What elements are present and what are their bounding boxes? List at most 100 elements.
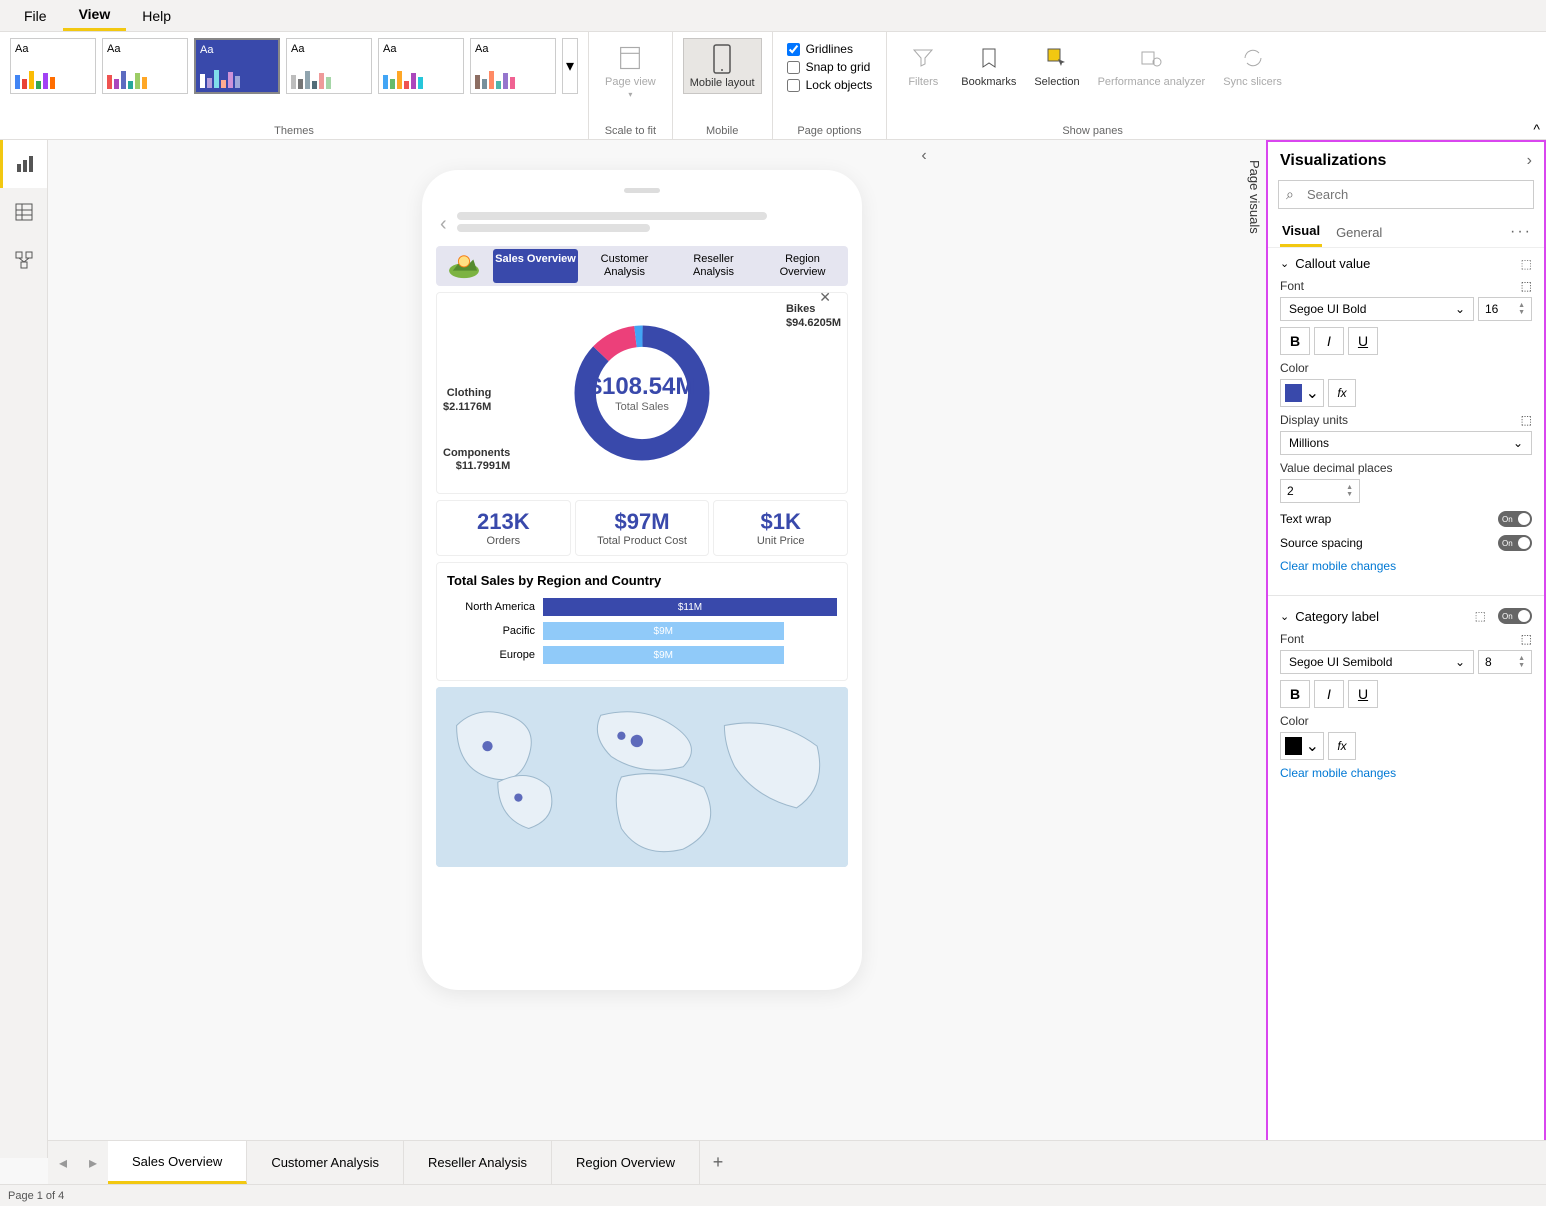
phone-tab-region[interactable]: Region Overview: [760, 249, 845, 283]
theme-swatch-6[interactable]: Aa: [470, 38, 556, 94]
clear-mobile-changes-link-2[interactable]: Clear mobile changes: [1280, 766, 1532, 780]
page-tabs: ◂ ▸ Sales Overview Customer Analysis Res…: [48, 1140, 1546, 1184]
font-family-dropdown[interactable]: Segoe UI Bold⌄: [1280, 297, 1474, 321]
clear-mobile-changes-link[interactable]: Clear mobile changes: [1280, 559, 1532, 573]
phone-tab-customer[interactable]: Customer Analysis: [582, 249, 667, 283]
bar-category: Pacific: [447, 625, 543, 637]
fx-button[interactable]: fx: [1328, 379, 1356, 407]
decimals-label: Value decimal places: [1280, 461, 1393, 475]
category-font-size-input[interactable]: 8▲▼: [1478, 650, 1532, 674]
page-tab-sales[interactable]: Sales Overview: [108, 1141, 247, 1184]
decimals-input[interactable]: 2▲▼: [1280, 479, 1360, 503]
color-picker[interactable]: ⌄: [1280, 379, 1324, 407]
back-icon[interactable]: ‹: [440, 213, 447, 236]
text-wrap-toggle[interactable]: On: [1498, 511, 1532, 527]
mobile-format-icon[interactable]: ⬚: [1475, 609, 1486, 623]
chevron-down-icon: ⌄: [1455, 302, 1465, 316]
ribbon-mobile-label: Mobile: [706, 125, 738, 137]
report-logo: [439, 249, 489, 283]
mobile-format-icon[interactable]: ⬚: [1521, 413, 1532, 427]
sync-slicers-button[interactable]: Sync slicers: [1217, 38, 1288, 92]
category-label-toggle[interactable]: On: [1498, 608, 1532, 624]
page-next-icon[interactable]: ▸: [78, 1141, 108, 1184]
performance-button[interactable]: Performance analyzer: [1092, 38, 1212, 92]
model-view-button[interactable]: [0, 236, 47, 284]
mobile-format-icon[interactable]: ⬚: [1521, 632, 1532, 646]
mobile-layout-button[interactable]: Mobile layout: [683, 38, 762, 94]
page-tab-customer[interactable]: Customer Analysis: [247, 1141, 404, 1184]
mobile-preview: ‹ Sales Overview Customer Analysis Resel…: [422, 170, 862, 990]
menu-view[interactable]: View: [63, 0, 127, 31]
bar-row: Pacific$9M: [447, 622, 837, 640]
page-prev-icon[interactable]: ◂: [48, 1141, 78, 1184]
data-view-button[interactable]: [0, 188, 47, 236]
mobile-format-icon[interactable]: ⬚: [1521, 257, 1532, 271]
menu-help[interactable]: Help: [126, 2, 187, 30]
theme-swatch-3-active[interactable]: Aa: [194, 38, 280, 94]
kpi-cost[interactable]: $97MTotal Product Cost: [575, 500, 710, 556]
funnel-icon: [907, 42, 939, 74]
tab-visual[interactable]: Visual: [1280, 217, 1322, 247]
text-wrap-label: Text wrap: [1280, 512, 1331, 526]
italic-button[interactable]: I: [1314, 327, 1344, 355]
page-view-button[interactable]: Page view ▾: [599, 38, 662, 103]
bold-button[interactable]: B: [1280, 327, 1310, 355]
theme-swatch-1[interactable]: Aa: [10, 38, 96, 94]
donut-label-bikes: Bikes$94.6205M: [786, 303, 841, 329]
title-placeholder: [457, 212, 844, 236]
snap-checkbox[interactable]: Snap to grid: [787, 60, 873, 74]
selection-button[interactable]: Selection: [1028, 38, 1085, 92]
category-color-picker[interactable]: ⌄: [1280, 732, 1324, 760]
kpi-orders[interactable]: 213KOrders: [436, 500, 571, 556]
display-units-label: Display units: [1280, 413, 1348, 427]
gridlines-checkbox[interactable]: Gridlines: [787, 42, 873, 56]
theme-swatch-5[interactable]: Aa: [378, 38, 464, 94]
underline-button[interactable]: U: [1348, 327, 1378, 355]
tab-general[interactable]: General: [1334, 219, 1384, 246]
theme-swatch-4[interactable]: Aa: [286, 38, 372, 94]
underline-button[interactable]: U: [1348, 680, 1378, 708]
bold-button[interactable]: B: [1280, 680, 1310, 708]
ribbon-themes-label: Themes: [274, 125, 314, 137]
source-spacing-toggle[interactable]: On: [1498, 535, 1532, 551]
phone-tab-sales[interactable]: Sales Overview: [493, 249, 578, 283]
theme-swatch-2[interactable]: Aa: [102, 38, 188, 94]
add-page-button[interactable]: +: [700, 1141, 736, 1184]
menu-file[interactable]: File: [8, 2, 63, 30]
map-visual[interactable]: [436, 687, 848, 867]
italic-button[interactable]: I: [1314, 680, 1344, 708]
font-size-input[interactable]: 16▲▼: [1478, 297, 1532, 321]
expand-pane-icon[interactable]: ›: [1527, 152, 1532, 170]
donut-label-components: Components$11.7991M: [443, 447, 510, 473]
chevron-down-icon: ⌄: [1280, 257, 1289, 270]
bar-row: Europe$9M: [447, 646, 837, 664]
page-tab-reseller[interactable]: Reseller Analysis: [404, 1141, 552, 1184]
selection-icon: [1041, 42, 1073, 74]
collapse-pane-icon[interactable]: ‹: [916, 144, 932, 168]
bookmarks-button[interactable]: Bookmarks: [955, 38, 1022, 92]
category-font-dropdown[interactable]: Segoe UI Semibold⌄: [1280, 650, 1474, 674]
kpi-unit-price[interactable]: $1KUnit Price: [713, 500, 848, 556]
search-input[interactable]: [1278, 180, 1534, 209]
page-tab-region[interactable]: Region Overview: [552, 1141, 700, 1184]
bar-chart-visual[interactable]: Total Sales by Region and Country North …: [436, 562, 848, 681]
theme-gallery-dropdown[interactable]: ▾: [562, 38, 578, 94]
more-options-icon[interactable]: ···: [1510, 223, 1532, 241]
display-units-dropdown[interactable]: Millions⌄: [1280, 431, 1532, 455]
font-label: Font: [1280, 279, 1304, 293]
phone-tab-reseller[interactable]: Reseller Analysis: [671, 249, 756, 283]
filters-button[interactable]: Filters: [897, 38, 949, 92]
page-visuals-collapsed[interactable]: Page visuals: [1243, 152, 1266, 242]
chevron-down-icon: ⌄: [1513, 436, 1523, 450]
report-view-button[interactable]: [0, 140, 47, 188]
chevron-down-icon: ⌄: [1280, 610, 1289, 623]
menubar: File View Help: [0, 0, 1546, 32]
donut-visual[interactable]: ✕ $108.54M Total Sales Bikes$94.6205M Cl…: [436, 292, 848, 494]
fx-button[interactable]: fx: [1328, 732, 1356, 760]
ribbon-collapse-icon[interactable]: ^: [1533, 121, 1540, 137]
lock-checkbox[interactable]: Lock objects: [787, 78, 873, 92]
section-callout-value[interactable]: ⌄ Callout value ⬚: [1280, 256, 1532, 271]
section-category-label[interactable]: ⌄ Category label ⬚ On: [1280, 608, 1532, 624]
sync-icon: [1237, 42, 1269, 74]
mobile-format-icon[interactable]: ⬚: [1521, 279, 1532, 293]
